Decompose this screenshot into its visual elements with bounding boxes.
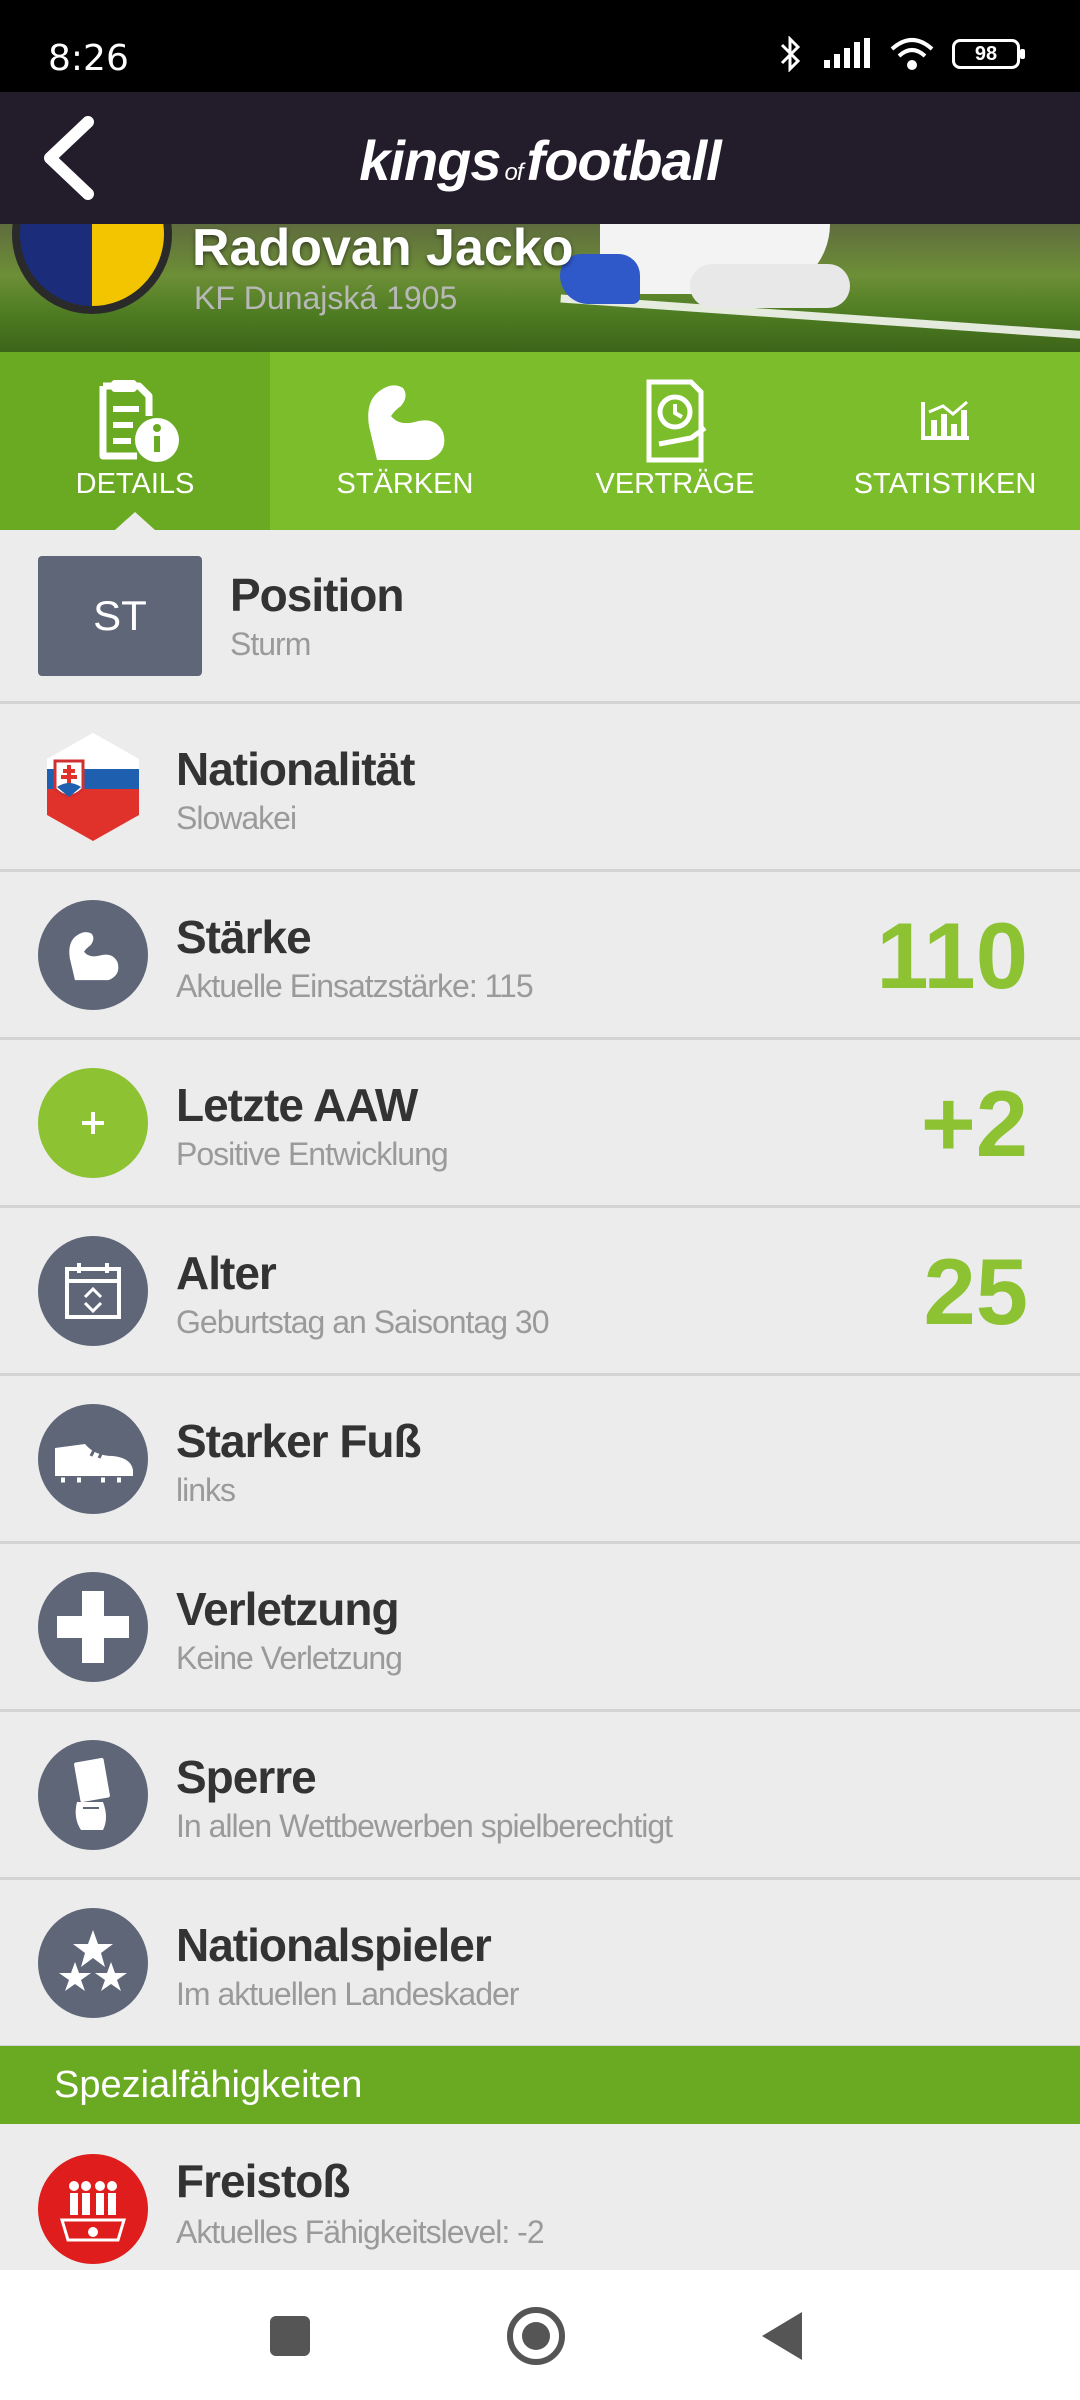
row-subtitle: Slowakei [176, 800, 297, 836]
boot-icon [38, 1404, 148, 1514]
row-subtitle: Aktuelle Einsatzstärke: 115 [176, 968, 534, 1004]
bluetooth-icon [780, 36, 801, 72]
player-name: Radovan Jacko [192, 224, 574, 277]
plus-icon [38, 1068, 148, 1178]
triangle-back-icon [762, 2312, 802, 2360]
tab-details[interactable]: DETAILS [0, 352, 270, 530]
contract-clock-icon [646, 379, 707, 463]
tab-staerken[interactable]: STÄRKEN [270, 352, 540, 530]
detail-row-age: Alter Geburtstag an Saisontag 30 25 [0, 1208, 1080, 1376]
details-list: ST Position Sturm Nationalität Slowakei … [0, 530, 1080, 2048]
row-title: Alter [176, 1247, 277, 1299]
status-bar: 8:26 98 [0, 0, 1080, 92]
app-logo: kings offootball [0, 128, 1080, 193]
nav-back-button[interactable] [752, 2306, 812, 2366]
bicep-icon [38, 900, 148, 1010]
row-subtitle: Aktuelles Fähigkeitslevel: -2 [176, 2214, 545, 2250]
status-icons: 98 [778, 36, 1025, 72]
app-bar: kings offootball [0, 92, 1080, 224]
bar-chart-icon [921, 400, 969, 440]
recents-button[interactable] [260, 2306, 320, 2366]
brand-of: of [504, 159, 524, 186]
battery-indicator: 98 [952, 39, 1025, 69]
system-nav-bar [0, 2270, 1080, 2400]
brand-part1: kings [359, 129, 501, 192]
bicep-icon [368, 385, 445, 460]
row-subtitle: links [176, 1472, 236, 1508]
home-button[interactable] [506, 2306, 566, 2366]
tab-label: VERTRÄGE [595, 468, 755, 500]
detail-row-national-player: Nationalspieler Im aktuellen Landeskader [0, 1880, 1080, 2048]
wifi-icon [890, 38, 934, 70]
signal-icon [824, 38, 870, 68]
row-title: Sperre [176, 1751, 317, 1803]
age-value: 25 [923, 1239, 1028, 1344]
tab-statistiken[interactable]: STATISTIKEN [810, 352, 1080, 530]
player-photo-leg [690, 264, 850, 308]
section-header-special-skills: Spezialfähigkeiten [0, 2046, 1080, 2124]
tab-label: DETAILS [75, 468, 195, 500]
detail-row-last-aaw: Letzte AAW Positive Entwicklung +2 [0, 1040, 1080, 1208]
tab-label: STATISTIKEN [853, 468, 1037, 500]
row-title: Nationalität [176, 743, 415, 795]
player-header: Radovan Jacko KF Dunajská 1905 [0, 224, 1080, 352]
detail-row-position: ST Position Sturm [0, 530, 1080, 704]
row-title: Letzte AAW [176, 1079, 418, 1131]
position-badge: ST [38, 556, 202, 676]
stars-icon [38, 1908, 148, 2018]
club-crest [12, 224, 172, 314]
detail-row-injury: Verletzung Keine Verletzung [0, 1544, 1080, 1712]
status-time: 8:26 [48, 38, 129, 79]
brand-part2: football [526, 129, 722, 192]
row-subtitle: Sturm [230, 626, 311, 662]
detail-row-strength: Stärke Aktuelle Einsatzstärke: 115 110 [0, 872, 1080, 1040]
tab-label: STÄRKEN [336, 468, 474, 500]
row-title: Position [230, 569, 404, 621]
card-hand-icon [38, 1740, 148, 1850]
square-icon [270, 2316, 310, 2356]
detail-row-suspension: Sperre In allen Wettbewerben spielberech… [0, 1712, 1080, 1880]
strength-value: 110 [876, 903, 1028, 1008]
slovakia-flag-icon [38, 732, 148, 842]
special-skill-row-freekick[interactable]: Freistoß Aktuelles Fähigkeitslevel: -2 [0, 2124, 1080, 2270]
detail-row-strong-foot: Starker Fuß links [0, 1376, 1080, 1544]
aaw-value: +2 [920, 1071, 1028, 1176]
freekick-wall-icon [38, 2154, 148, 2264]
player-club: KF Dunajská 1905 [194, 280, 458, 316]
tab-vertraege[interactable]: VERTRÄGE [540, 352, 810, 530]
home-circle-icon [507, 2307, 565, 2365]
detail-row-nationality: Nationalität Slowakei [0, 704, 1080, 872]
row-title: Starker Fuß [176, 1415, 422, 1467]
row-title: Freistoß [176, 2155, 350, 2207]
row-title: Verletzung [176, 1583, 400, 1635]
row-subtitle: Positive Entwicklung [176, 1136, 449, 1172]
row-subtitle: Im aktuellen Landeskader [176, 1976, 519, 2012]
tab-bar: DETAILS STÄRKEN VERTRÄGE STATISTIKEN [0, 352, 1080, 530]
row-title: Nationalspieler [176, 1919, 492, 1971]
cross-icon [38, 1572, 148, 1682]
row-subtitle: Keine Verletzung [176, 1640, 403, 1676]
calendar-icon [38, 1236, 148, 1346]
row-subtitle: Geburtstag an Saisontag 30 [176, 1304, 549, 1340]
document-info-icon [99, 380, 179, 462]
row-subtitle: In allen Wettbewerben spielberechtigt [176, 1808, 673, 1844]
row-title: Stärke [176, 911, 312, 963]
